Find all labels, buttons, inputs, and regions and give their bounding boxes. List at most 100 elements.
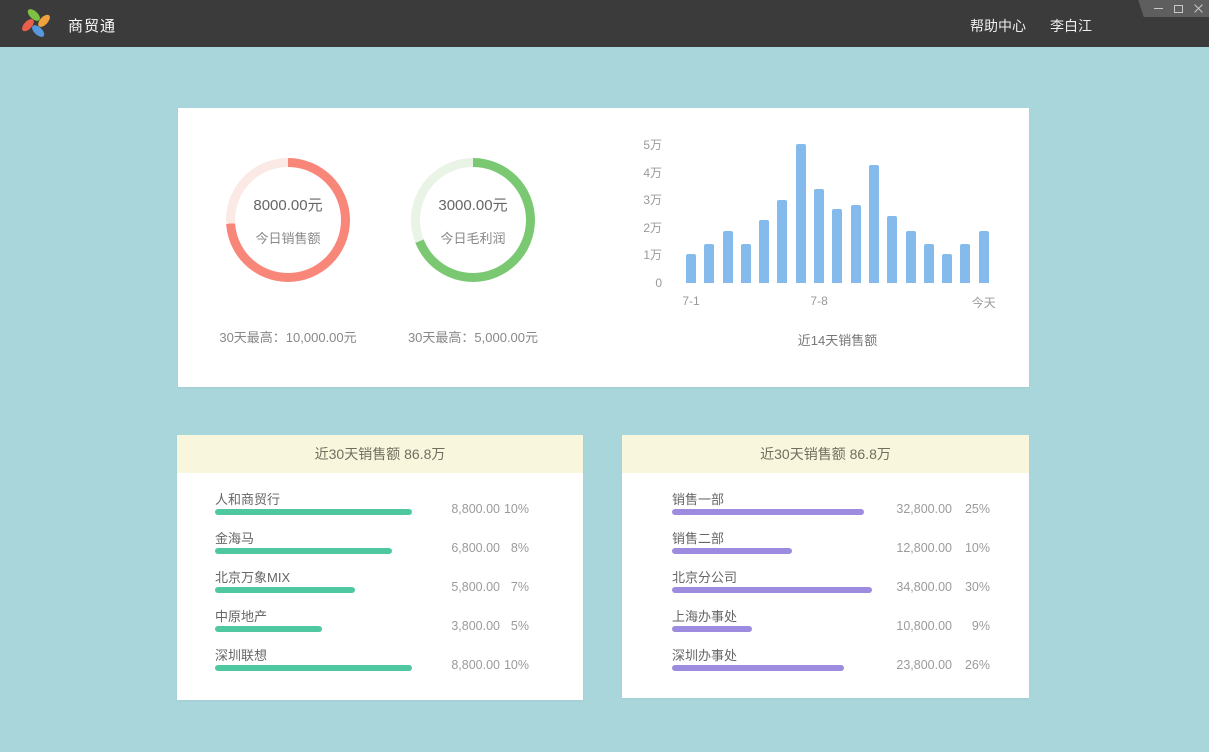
ranking-row: 上海办事处 10,800.00 9% bbox=[672, 604, 990, 643]
daily-sales-bar bbox=[704, 244, 714, 283]
help-center-link[interactable]: 帮助中心 bbox=[970, 16, 1026, 36]
ranking-row-percent: 30% bbox=[960, 580, 990, 594]
ranking-row-label: 深圳联想 bbox=[215, 645, 267, 664]
ranking-row: 金海马6,800.008% bbox=[215, 526, 529, 565]
today-sales-value: 8000.00元 bbox=[253, 194, 322, 215]
department-ranking-title: 近30天销售额 86.8万 bbox=[622, 435, 1029, 473]
ranking-row: 深圳办事处 23,800.00 26% bbox=[672, 643, 990, 682]
daily-sales-bar bbox=[960, 244, 970, 283]
ranking-row-bar bbox=[215, 587, 355, 593]
today-profit-caption: 今日毛利润 bbox=[440, 228, 505, 247]
today-profit-donut: 3000.00元 今日毛利润 30天最高：5,000.00元 bbox=[396, 158, 550, 346]
ranking-row-percent: 10% bbox=[499, 658, 529, 672]
ranking-row-percent: 10% bbox=[960, 541, 990, 555]
ranking-row-label: 销售二部 bbox=[672, 528, 724, 547]
ranking-row-bar bbox=[215, 509, 412, 515]
daily-sales-bar bbox=[814, 189, 824, 283]
y-tick-label: 3万 bbox=[643, 193, 662, 207]
ranking-row-percent: 8% bbox=[499, 541, 529, 555]
today-sales-donut: 8000.00元 今日销售额 30天最高：10,000.00元 bbox=[211, 158, 365, 346]
window-controls bbox=[1154, 0, 1203, 17]
daily-sales-bar bbox=[741, 244, 751, 283]
ranking-row-bar bbox=[215, 665, 412, 671]
ranking-row-label: 深圳办事处 bbox=[672, 645, 737, 664]
ranking-row-bar bbox=[672, 509, 864, 515]
bar-chart-y-axis: 01万2万3万4万5万 bbox=[618, 108, 662, 387]
daily-sales-bar bbox=[906, 231, 916, 283]
today-sales-donut-ring: 8000.00元 今日销售额 bbox=[226, 158, 350, 282]
ranking-row-percent: 10% bbox=[499, 502, 529, 516]
department-ranking-card: 近30天销售额 86.8万 销售一部 32,800.00 25% 销售二部 12,800… bbox=[622, 435, 1029, 698]
ranking-row-percent: 5% bbox=[499, 619, 529, 633]
customer-ranking-title: 近30天销售额 86.8万 bbox=[177, 435, 583, 473]
today-sales-donut-center: 8000.00元 今日销售额 bbox=[235, 167, 341, 273]
close-icon[interactable] bbox=[1194, 4, 1203, 13]
ranking-row-percent: 7% bbox=[499, 580, 529, 594]
today-profit-value: 3000.00元 bbox=[438, 194, 507, 215]
daily-sales-bar bbox=[979, 231, 989, 283]
ranking-row: 销售一部 32,800.00 25% bbox=[672, 487, 990, 526]
today-profit-donut-center: 3000.00元 今日毛利润 bbox=[420, 167, 526, 273]
overview-card: 8000.00元 今日销售额 30天最高：10,000.00元 3000.00元… bbox=[178, 108, 1029, 387]
user-menu[interactable]: 李白江 bbox=[1050, 16, 1092, 36]
titlebar: 商贸通 帮助中心 李白江 bbox=[0, 0, 1209, 47]
ranking-row-value: 12,800.00 bbox=[896, 541, 952, 555]
ranking-row-value: 8,800.00 bbox=[451, 502, 500, 516]
ranking-row-label: 中原地产 bbox=[215, 606, 267, 625]
y-tick-label: 5万 bbox=[643, 138, 662, 152]
ranking-row-label: 北京分公司 bbox=[672, 567, 737, 586]
y-tick-label: 0 bbox=[655, 276, 662, 290]
ranking-row-value: 32,800.00 bbox=[896, 502, 952, 516]
ranking-row: 北京万象MIX5,800.007% bbox=[215, 565, 529, 604]
daily-sales-bar bbox=[759, 220, 769, 283]
daily-sales-bar bbox=[851, 205, 861, 284]
ranking-row-bar bbox=[672, 548, 792, 554]
maximize-icon[interactable] bbox=[1174, 5, 1183, 13]
ranking-row-bar bbox=[672, 665, 844, 671]
customer-ranking-list: 人和商贸行8,800.0010%金海马6,800.008%北京万象MIX5,80… bbox=[177, 473, 583, 682]
ranking-row: 销售二部 12,800.00 10% bbox=[672, 526, 990, 565]
x-tick-label: 7-1 bbox=[682, 294, 699, 308]
ranking-row-percent: 26% bbox=[960, 658, 990, 672]
bar-chart-bars bbox=[686, 133, 989, 283]
ranking-row-percent: 25% bbox=[960, 502, 990, 516]
ranking-row-value: 3,800.00 bbox=[451, 619, 500, 633]
x-tick-label: 7-8 bbox=[810, 294, 827, 308]
ranking-row: 中原地产 3,800.005% bbox=[215, 604, 529, 643]
ranking-row-label: 北京万象MIX bbox=[215, 567, 290, 586]
app-title: 商贸通 bbox=[68, 15, 116, 36]
minimize-icon[interactable] bbox=[1154, 8, 1163, 9]
ranking-row-value: 6,800.00 bbox=[451, 541, 500, 555]
today-sales-30d-max: 30天最高：10,000.00元 bbox=[211, 327, 365, 346]
ranking-row-value: 34,800.00 bbox=[896, 580, 952, 594]
ranking-row-value: 10,800.00 bbox=[896, 619, 952, 633]
y-tick-label: 1万 bbox=[643, 248, 662, 262]
y-tick-label: 4万 bbox=[643, 166, 662, 180]
bar-chart-title: 近14天销售额 bbox=[686, 330, 989, 349]
today-sales-caption: 今日销售额 bbox=[255, 228, 320, 247]
today-profit-30d-max: 30天最高：5,000.00元 bbox=[396, 327, 550, 346]
titlebar-menu: 帮助中心 李白江 bbox=[970, 16, 1092, 36]
ranking-row-percent: 9% bbox=[960, 619, 990, 633]
ranking-row-label: 销售一部 bbox=[672, 489, 724, 508]
ranking-row-value: 23,800.00 bbox=[896, 658, 952, 672]
ranking-row-label: 人和商贸行 bbox=[215, 489, 280, 508]
ranking-row-bar bbox=[215, 626, 322, 632]
ranking-row-bar bbox=[672, 626, 752, 632]
ranking-row-bar bbox=[215, 548, 392, 554]
daily-sales-bar bbox=[924, 244, 934, 283]
daily-sales-bar bbox=[686, 254, 696, 283]
ranking-row: 人和商贸行 8,800.0010% bbox=[215, 487, 529, 526]
department-ranking-list: 销售一部 32,800.00 25% 销售二部 12,800.00 10% 北京分公司 34,… bbox=[622, 473, 1029, 682]
daily-sales-bar bbox=[869, 165, 879, 284]
ranking-row-bar bbox=[672, 587, 872, 593]
daily-sales-bar bbox=[832, 209, 842, 283]
customer-ranking-card: 近30天销售额 86.8万 人和商贸行8,800.0010%金海马6,800.0… bbox=[177, 435, 583, 700]
ranking-row-label: 上海办事处 bbox=[672, 606, 737, 625]
ranking-row: 北京分公司 34,800.00 30% bbox=[672, 565, 990, 604]
today-profit-donut-ring: 3000.00元 今日毛利润 bbox=[411, 158, 535, 282]
x-tick-label: 今天 bbox=[972, 294, 996, 311]
ranking-row: 深圳联想8,800.0010% bbox=[215, 643, 529, 682]
daily-sales-bar bbox=[796, 144, 806, 283]
app-logo-icon bbox=[22, 9, 50, 37]
